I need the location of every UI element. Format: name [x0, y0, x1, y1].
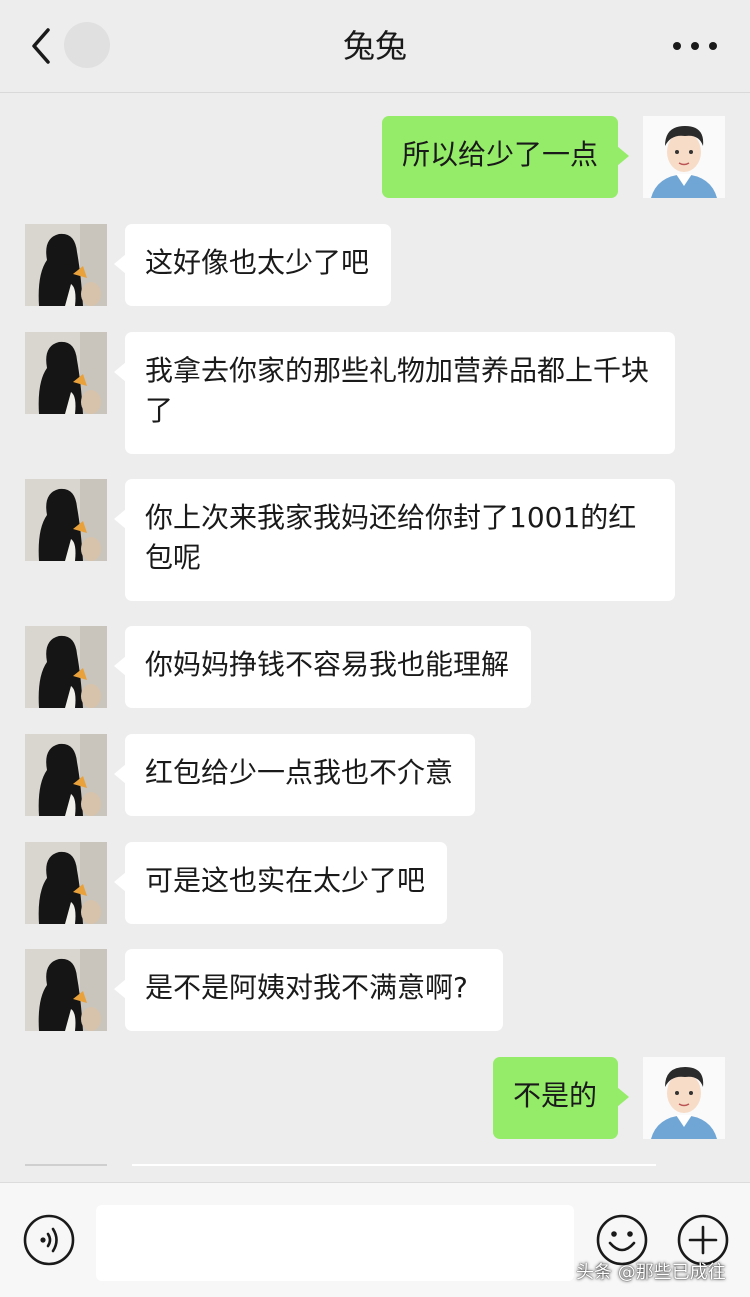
message-bubble[interactable]: 不是的	[493, 1057, 629, 1139]
contact-avatar[interactable]	[25, 224, 107, 306]
message-text: 所以给少了一点	[402, 138, 599, 171]
message-text: 是不是阿姨对我不满意啊?	[145, 971, 468, 1004]
message-bubble[interactable]: 这好像也太少了吧	[114, 224, 391, 306]
more-dots-icon[interactable]	[670, 36, 720, 56]
message-bubble[interactable]: 红包给少一点我也不介意	[114, 734, 475, 816]
message-bubble[interactable]: 你妈妈挣钱不容易我也能理解	[114, 626, 531, 708]
contact-avatar[interactable]	[25, 626, 107, 708]
self-avatar[interactable]	[643, 116, 725, 198]
contact-avatar[interactable]	[25, 332, 107, 414]
message-text: 红包给少一点我也不介意	[145, 756, 454, 789]
contact-avatar[interactable]	[25, 479, 107, 561]
watermark: 头条 @那些已成往	[576, 1262, 726, 1283]
message-list[interactable]: 所以给少了一点 这好像也太少了吧 我拿去你家的那些礼物加营养品都上千块了 你上次…	[0, 92, 750, 1182]
message-input[interactable]	[96, 1205, 574, 1281]
contact-avatar[interactable]	[25, 734, 107, 816]
self-avatar[interactable]	[643, 1057, 725, 1139]
chat-title: 兔兔	[342, 27, 407, 65]
message-text: 可是这也实在太少了吧	[145, 864, 426, 897]
message-text: 你妈妈挣钱不容易我也能理解	[145, 648, 510, 681]
message-bubble[interactable]: 可是这也实在太少了吧	[114, 842, 447, 924]
message-bubble[interactable]: 是不是阿姨对我不满意啊?	[114, 949, 503, 1031]
message-text: 你上次来我家我妈还给你封了1001的红包呢	[145, 501, 637, 574]
partial-bubble-edge	[132, 1164, 656, 1166]
message-text: 我拿去你家的那些礼物加营养品都上千块了	[145, 354, 650, 427]
message-bubble[interactable]: 你上次来我家我妈还给你封了1001的红包呢	[114, 479, 675, 601]
chat-header: 兔兔	[0, 0, 750, 93]
voice-icon[interactable]	[22, 1213, 76, 1267]
message-text: 这好像也太少了吧	[145, 246, 370, 279]
contact-avatar[interactable]	[25, 842, 107, 924]
message-text: 不是的	[513, 1079, 598, 1112]
contact-avatar[interactable]	[25, 949, 107, 1031]
message-bubble[interactable]: 所以给少了一点	[382, 116, 629, 198]
partial-avatar-edge	[25, 1164, 107, 1166]
message-bubble[interactable]: 我拿去你家的那些礼物加营养品都上千块了	[114, 332, 675, 454]
